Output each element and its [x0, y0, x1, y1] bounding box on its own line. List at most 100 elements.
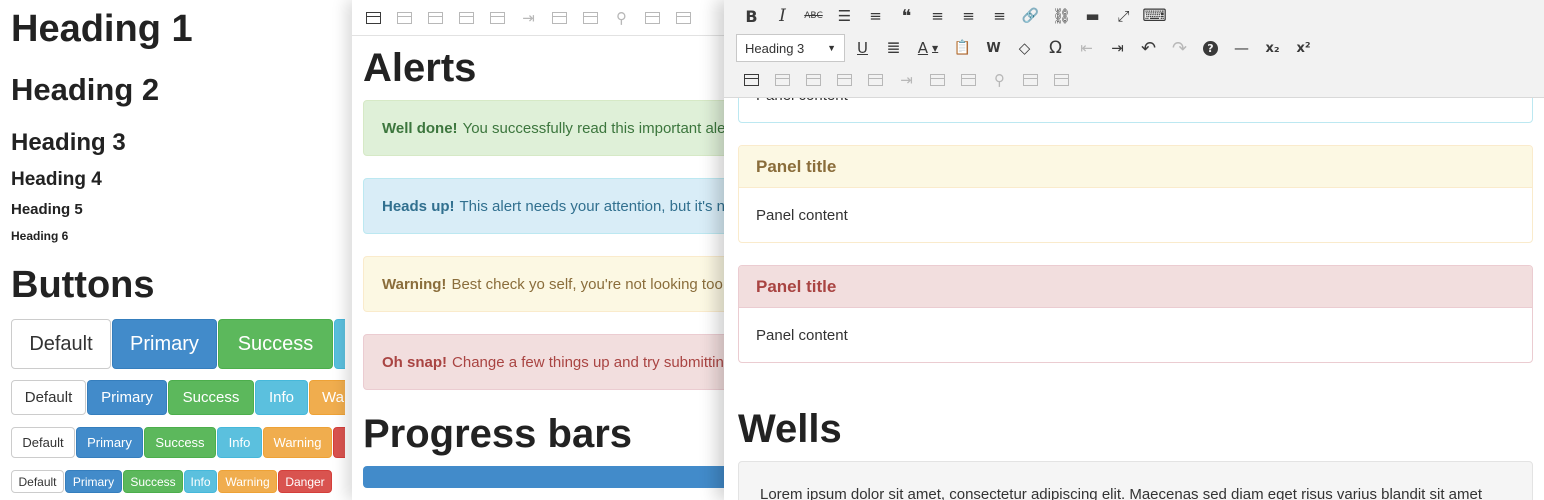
merge-cells-icon[interactable] — [1046, 65, 1077, 95]
chevron-down-icon: ▼ — [932, 43, 939, 53]
toolbar-row-1: B I ABC ☰ ≡ ❝ ≡ ≡ ≡ 🔗 ⛓ ▬ ⤢ ⌨ — [736, 1, 1170, 31]
link-icon[interactable]: 🔗 — [1015, 1, 1046, 31]
strikethrough-icon[interactable]: ABC — [798, 1, 829, 31]
button-row-xsmall: Default Primary Success Info Warning Dan… — [11, 470, 333, 493]
outdent-icon[interactable]: ⇤ — [1071, 33, 1102, 63]
delete-col-icon[interactable]: ⚲ — [606, 3, 637, 33]
alert-text: You successfully read this important ale… — [462, 119, 732, 137]
col-after-icon[interactable] — [575, 3, 606, 33]
read-more-icon[interactable]: ▬ — [1077, 1, 1108, 31]
merge-cells-icon[interactable] — [668, 3, 699, 33]
col-before-icon[interactable] — [544, 3, 575, 33]
keyboard-icon[interactable]: ⌨ — [1139, 1, 1170, 31]
delete-table-icon[interactable] — [798, 65, 829, 95]
info-button[interactable]: Info — [255, 380, 308, 415]
row-before-icon[interactable] — [451, 3, 482, 33]
row-after-icon[interactable] — [860, 65, 891, 95]
primary-button[interactable]: Primary — [87, 380, 167, 415]
delete-row-icon[interactable]: ⇥ — [891, 65, 922, 95]
format-select[interactable]: Heading 3 ▼ — [736, 34, 845, 62]
primary-button-large[interactable]: Primary — [112, 319, 217, 369]
horizontal-line-icon[interactable]: — — [1226, 33, 1257, 63]
text-color-glyph: A — [917, 39, 929, 57]
default-button-xsmall[interactable]: Default — [11, 470, 64, 493]
split-cells-icon[interactable] — [1015, 65, 1046, 95]
primary-button-xsmall[interactable]: Primary — [65, 470, 122, 493]
table-props-icon[interactable] — [767, 65, 798, 95]
heading-1: Heading 1 — [11, 8, 193, 50]
align-left-icon[interactable]: ≡ — [922, 1, 953, 31]
info-button-large[interactable] — [334, 319, 345, 369]
warning-alert: Warning! Best check yo self, you're not l… — [363, 256, 732, 312]
help-icon[interactable]: ? — [1195, 33, 1226, 63]
table-props-icon[interactable] — [389, 3, 420, 33]
success-button[interactable]: Success — [168, 380, 254, 415]
fullscreen-icon[interactable]: ⤢ — [1108, 1, 1139, 31]
col-before-icon[interactable] — [922, 65, 953, 95]
primary-button-small[interactable]: Primary — [76, 427, 143, 458]
progress-section-title: Progress bars — [363, 412, 633, 456]
editor-toolbar: B I ABC ☰ ≡ ❝ ≡ ≡ ≡ 🔗 ⛓ ▬ ⤢ ⌨ Heading 3 … — [724, 0, 1544, 98]
text-color-icon[interactable]: A ▼ — [909, 33, 947, 63]
default-button[interactable]: Default — [11, 380, 86, 415]
indent-icon[interactable]: ⇥ — [1102, 33, 1133, 63]
success-alert: Well done! You successfully read this imp… — [363, 100, 732, 156]
align-center-icon[interactable]: ≡ — [953, 1, 984, 31]
insert-table-icon[interactable] — [358, 3, 389, 33]
danger-button-small[interactable] — [333, 427, 345, 458]
success-button-xsmall[interactable]: Success — [123, 470, 183, 493]
bullet-list-icon[interactable]: ☰ — [829, 1, 860, 31]
superscript-icon[interactable]: x² — [1288, 33, 1319, 63]
warning-button[interactable]: Warning — [309, 380, 345, 415]
redo-icon[interactable]: ↷ — [1164, 33, 1195, 63]
insert-table-icon[interactable] — [736, 65, 767, 95]
toolbar-row-2: U ≣ A ▼ 📋 W ◇ Ω ⇤ ⇥ ↶ ↷ ? — x₂ x² — [847, 33, 1319, 63]
warning-button-small[interactable]: Warning — [263, 427, 332, 458]
typography-preview-pane: Heading 1 Heading 2 Heading 3 Heading 4 … — [0, 0, 345, 500]
panel-title: Panel title — [739, 146, 1532, 188]
clear-format-icon[interactable]: ◇ — [1009, 33, 1040, 63]
alert-text: This alert needs your attention, but it'… — [459, 197, 732, 215]
warning-button-xsmall[interactable]: Warning — [218, 470, 277, 493]
justify-icon[interactable]: ≣ — [878, 33, 909, 63]
heading-6: Heading 6 — [11, 229, 69, 243]
default-button-small[interactable]: Default — [11, 427, 75, 458]
button-row-large: Default Primary Success — [11, 319, 345, 369]
progress-bar — [363, 466, 732, 488]
heading-3: Heading 3 — [11, 129, 126, 156]
panel-content: Panel content — [756, 206, 848, 224]
warning-panel: Panel title Panel content — [738, 145, 1533, 243]
paste-text-icon[interactable]: 📋 — [947, 33, 978, 63]
panel-content: Panel content — [756, 326, 848, 344]
default-button-large[interactable]: Default — [11, 319, 111, 369]
row-before-icon[interactable] — [829, 65, 860, 95]
info-button-xsmall[interactable]: Info — [184, 470, 217, 493]
success-button-large[interactable]: Success — [218, 319, 333, 369]
blockquote-icon[interactable]: ❝ — [891, 1, 922, 31]
underline-icon[interactable]: U — [847, 33, 878, 63]
subscript-icon[interactable]: x₂ — [1257, 33, 1288, 63]
delete-col-icon[interactable]: ⚲ — [984, 65, 1015, 95]
numbered-list-icon[interactable]: ≡ — [860, 1, 891, 31]
help-glyph: ? — [1203, 40, 1218, 56]
paste-word-icon[interactable]: W — [978, 33, 1009, 63]
danger-button-xsmall[interactable]: Danger — [278, 470, 332, 493]
unlink-icon[interactable]: ⛓ — [1046, 1, 1077, 31]
special-char-icon[interactable]: Ω — [1040, 33, 1071, 63]
alert-strong: Well done! — [382, 119, 458, 137]
delete-row-icon[interactable]: ⇥ — [513, 3, 544, 33]
italic-icon[interactable]: I — [767, 1, 798, 31]
alert-strong: Oh snap! — [382, 353, 448, 371]
info-button-small[interactable]: Info — [217, 427, 262, 458]
editor-pane-panels: B I ABC ☰ ≡ ❝ ≡ ≡ ≡ 🔗 ⛓ ▬ ⤢ ⌨ Heading 3 … — [724, 0, 1544, 500]
chevron-down-icon: ▼ — [827, 43, 836, 53]
bold-icon[interactable]: B — [736, 1, 767, 31]
delete-table-icon[interactable] — [420, 3, 451, 33]
align-right-icon[interactable]: ≡ — [984, 1, 1015, 31]
success-button-small[interactable]: Success — [144, 427, 216, 458]
alerts-section-title: Alerts — [363, 46, 477, 90]
undo-icon[interactable]: ↶ — [1133, 33, 1164, 63]
col-after-icon[interactable] — [953, 65, 984, 95]
row-after-icon[interactable] — [482, 3, 513, 33]
split-cells-icon[interactable] — [637, 3, 668, 33]
